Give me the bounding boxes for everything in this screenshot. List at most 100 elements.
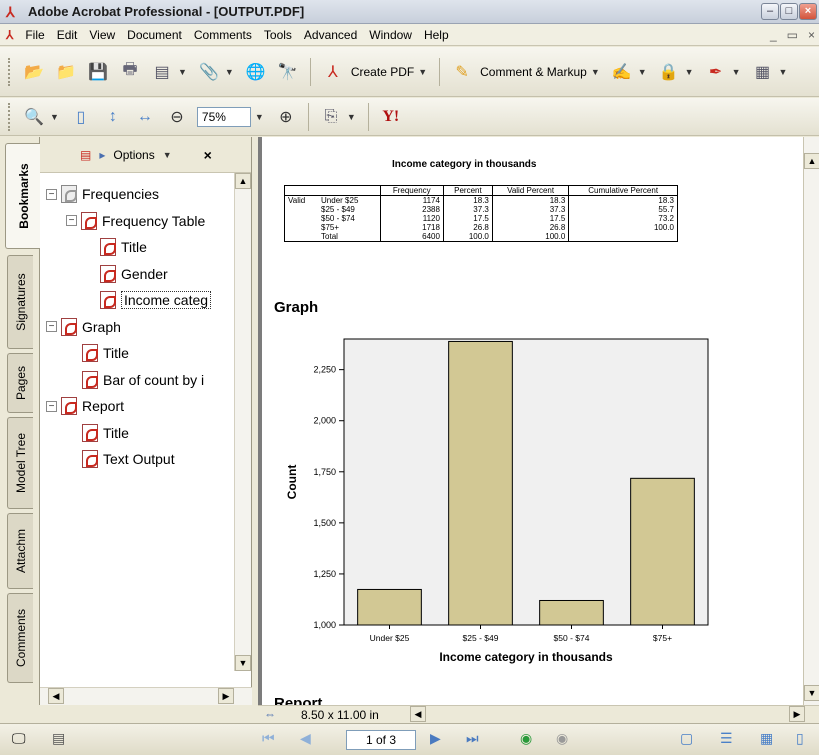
bookmark-item[interactable]: Gender: [100, 263, 168, 285]
page-options-icon[interactable]: ▤: [52, 730, 65, 747]
create-pdf-icon[interactable]: ⅄: [320, 59, 346, 85]
menu-file[interactable]: File: [19, 28, 50, 42]
chevron-down-icon[interactable]: ▼: [732, 67, 741, 77]
bookmark-item[interactable]: Bar of count by i: [82, 369, 204, 391]
chevron-down-icon[interactable]: ▼: [638, 67, 647, 77]
facing-layout-icon[interactable]: ▦: [760, 730, 773, 747]
menu-window[interactable]: Window: [363, 28, 418, 42]
chevron-down-icon[interactable]: ▼: [225, 67, 234, 77]
attach-icon[interactable]: 📎: [196, 59, 222, 85]
scroll-down-icon[interactable]: ▼: [235, 655, 251, 671]
collapse-toggle-icon[interactable]: −: [46, 400, 57, 412]
zoom-tool-icon[interactable]: 🔍: [21, 104, 47, 130]
document-view[interactable]: Income category in thousands Frequency P…: [258, 137, 803, 705]
scroll-right-icon[interactable]: ▶: [789, 706, 805, 722]
chevron-down-icon[interactable]: ▼: [50, 112, 59, 122]
maximize-button[interactable]: □: [780, 3, 798, 20]
rotate-view-icon[interactable]: ⎘: [318, 104, 344, 130]
menu-advanced[interactable]: Advanced: [298, 28, 363, 42]
tab-comments[interactable]: Comments: [7, 593, 33, 683]
next-page-icon[interactable]: ▶: [430, 730, 441, 747]
single-page-layout-icon[interactable]: ▢: [680, 730, 693, 747]
scroll-left-icon[interactable]: ◀: [48, 688, 64, 704]
fit-width-icon[interactable]: ↔: [132, 104, 158, 130]
collapse-toggle-icon[interactable]: −: [66, 215, 77, 226]
menu-edit[interactable]: Edit: [51, 28, 84, 42]
scroll-right-icon[interactable]: ▶: [218, 688, 234, 704]
search-icon[interactable]: 🔭: [275, 59, 301, 85]
chevron-down-icon[interactable]: ▼: [163, 150, 172, 160]
new-bookmark-icon[interactable]: ▸: [99, 148, 105, 162]
menu-comments[interactable]: Comments: [188, 28, 258, 42]
doc-close-button[interactable]: ×: [808, 28, 815, 42]
close-panel-icon[interactable]: ×: [204, 147, 212, 163]
zoom-out-icon[interactable]: ⊖: [164, 104, 190, 130]
tab-bookmarks[interactable]: Bookmarks: [5, 143, 41, 249]
bookmarks-horizontal-scrollbar[interactable]: ◀ ▶: [40, 687, 252, 705]
bookmark-item[interactable]: − Report: [46, 395, 124, 417]
continuous-layout-icon[interactable]: ☰: [720, 730, 733, 747]
chevron-down-icon[interactable]: ▼: [347, 112, 356, 122]
toolbar-grip[interactable]: [8, 102, 12, 131]
secure-lock-icon[interactable]: 🔒: [656, 59, 682, 85]
email-icon[interactable]: 🌐: [243, 59, 269, 85]
collapse-toggle-icon[interactable]: −: [46, 321, 57, 332]
collapse-toggle-icon[interactable]: −: [46, 188, 57, 200]
minimize-button[interactable]: –: [761, 3, 779, 20]
chevron-down-icon[interactable]: ▼: [418, 67, 427, 77]
doc-minimize-button[interactable]: _: [770, 28, 777, 42]
menu-document[interactable]: Document: [121, 28, 188, 42]
open-folder-icon[interactable]: 📂: [21, 59, 47, 85]
last-page-icon[interactable]: ⏭: [466, 730, 479, 747]
bookmark-item[interactable]: Title: [100, 236, 147, 258]
document-vertical-scrollbar[interactable]: ▲ ▼: [803, 137, 819, 705]
scroll-left-icon[interactable]: ◀: [410, 706, 426, 722]
yahoo-icon[interactable]: Y!: [378, 104, 404, 130]
zoom-in-icon[interactable]: ⊕: [273, 104, 299, 130]
bookmark-item[interactable]: Income categ: [100, 289, 212, 311]
menu-view[interactable]: View: [83, 28, 121, 42]
doc-restore-button[interactable]: ▭: [787, 28, 798, 42]
tab-pages[interactable]: Pages: [7, 353, 33, 413]
chevron-down-icon[interactable]: ▼: [255, 112, 264, 122]
bookmark-item[interactable]: − Frequency Table: [66, 210, 205, 232]
bookmark-item[interactable]: Title: [82, 342, 129, 364]
zoom-level-input[interactable]: 75%: [196, 106, 251, 127]
bookmark-item[interactable]: − Graph: [46, 316, 121, 338]
comment-markup-button[interactable]: Comment & Markup: [480, 65, 587, 79]
bookmark-item[interactable]: − Frequencies: [46, 183, 159, 205]
next-view-icon[interactable]: ◉: [556, 730, 568, 747]
chevron-down-icon[interactable]: ▼: [591, 67, 600, 77]
chevron-down-icon[interactable]: ▼: [178, 67, 187, 77]
tab-signatures[interactable]: Signatures: [7, 255, 33, 349]
panel-collapse-icon[interactable]: ▲: [804, 153, 819, 169]
actual-size-icon[interactable]: ▯: [68, 104, 94, 130]
menu-help[interactable]: Help: [418, 28, 455, 42]
print-icon[interactable]: 🖶: [117, 59, 143, 85]
document-tasks-icon[interactable]: ▤: [149, 59, 175, 85]
fit-page-icon[interactable]: ↕: [100, 104, 126, 130]
organizer-icon[interactable]: 📁: [53, 59, 79, 85]
continuous-facing-layout-icon[interactable]: ▯: [796, 730, 804, 747]
close-button[interactable]: ×: [799, 3, 817, 20]
previous-view-icon[interactable]: ◉: [520, 730, 532, 747]
sign-icon[interactable]: ✍: [609, 59, 635, 85]
first-page-icon[interactable]: ⏮: [262, 730, 275, 747]
expand-bookmark-icon[interactable]: ▤: [80, 148, 91, 162]
scroll-up-icon[interactable]: ▲: [235, 173, 251, 189]
scroll-down-icon[interactable]: ▼: [804, 685, 819, 701]
chevron-down-icon[interactable]: ▼: [685, 67, 694, 77]
create-pdf-button[interactable]: Create PDF: [351, 65, 414, 79]
document-icon[interactable]: ⅄: [6, 28, 13, 42]
forms-icon[interactable]: ▦: [750, 59, 776, 85]
save-icon[interactable]: 💾: [85, 59, 111, 85]
bookmark-item[interactable]: Text Output: [82, 448, 175, 470]
chevron-down-icon[interactable]: ▼: [779, 67, 788, 77]
tab-attachments[interactable]: Attachm: [7, 513, 33, 589]
page-number-field[interactable]: 1 of 3: [346, 730, 416, 750]
previous-page-icon[interactable]: ◀: [300, 730, 311, 747]
menu-tools[interactable]: Tools: [258, 28, 298, 42]
options-menu[interactable]: Options: [113, 148, 154, 162]
pen-icon[interactable]: ✒: [703, 59, 729, 85]
bookmarks-vertical-scrollbar[interactable]: ▲ ▼: [234, 173, 251, 671]
